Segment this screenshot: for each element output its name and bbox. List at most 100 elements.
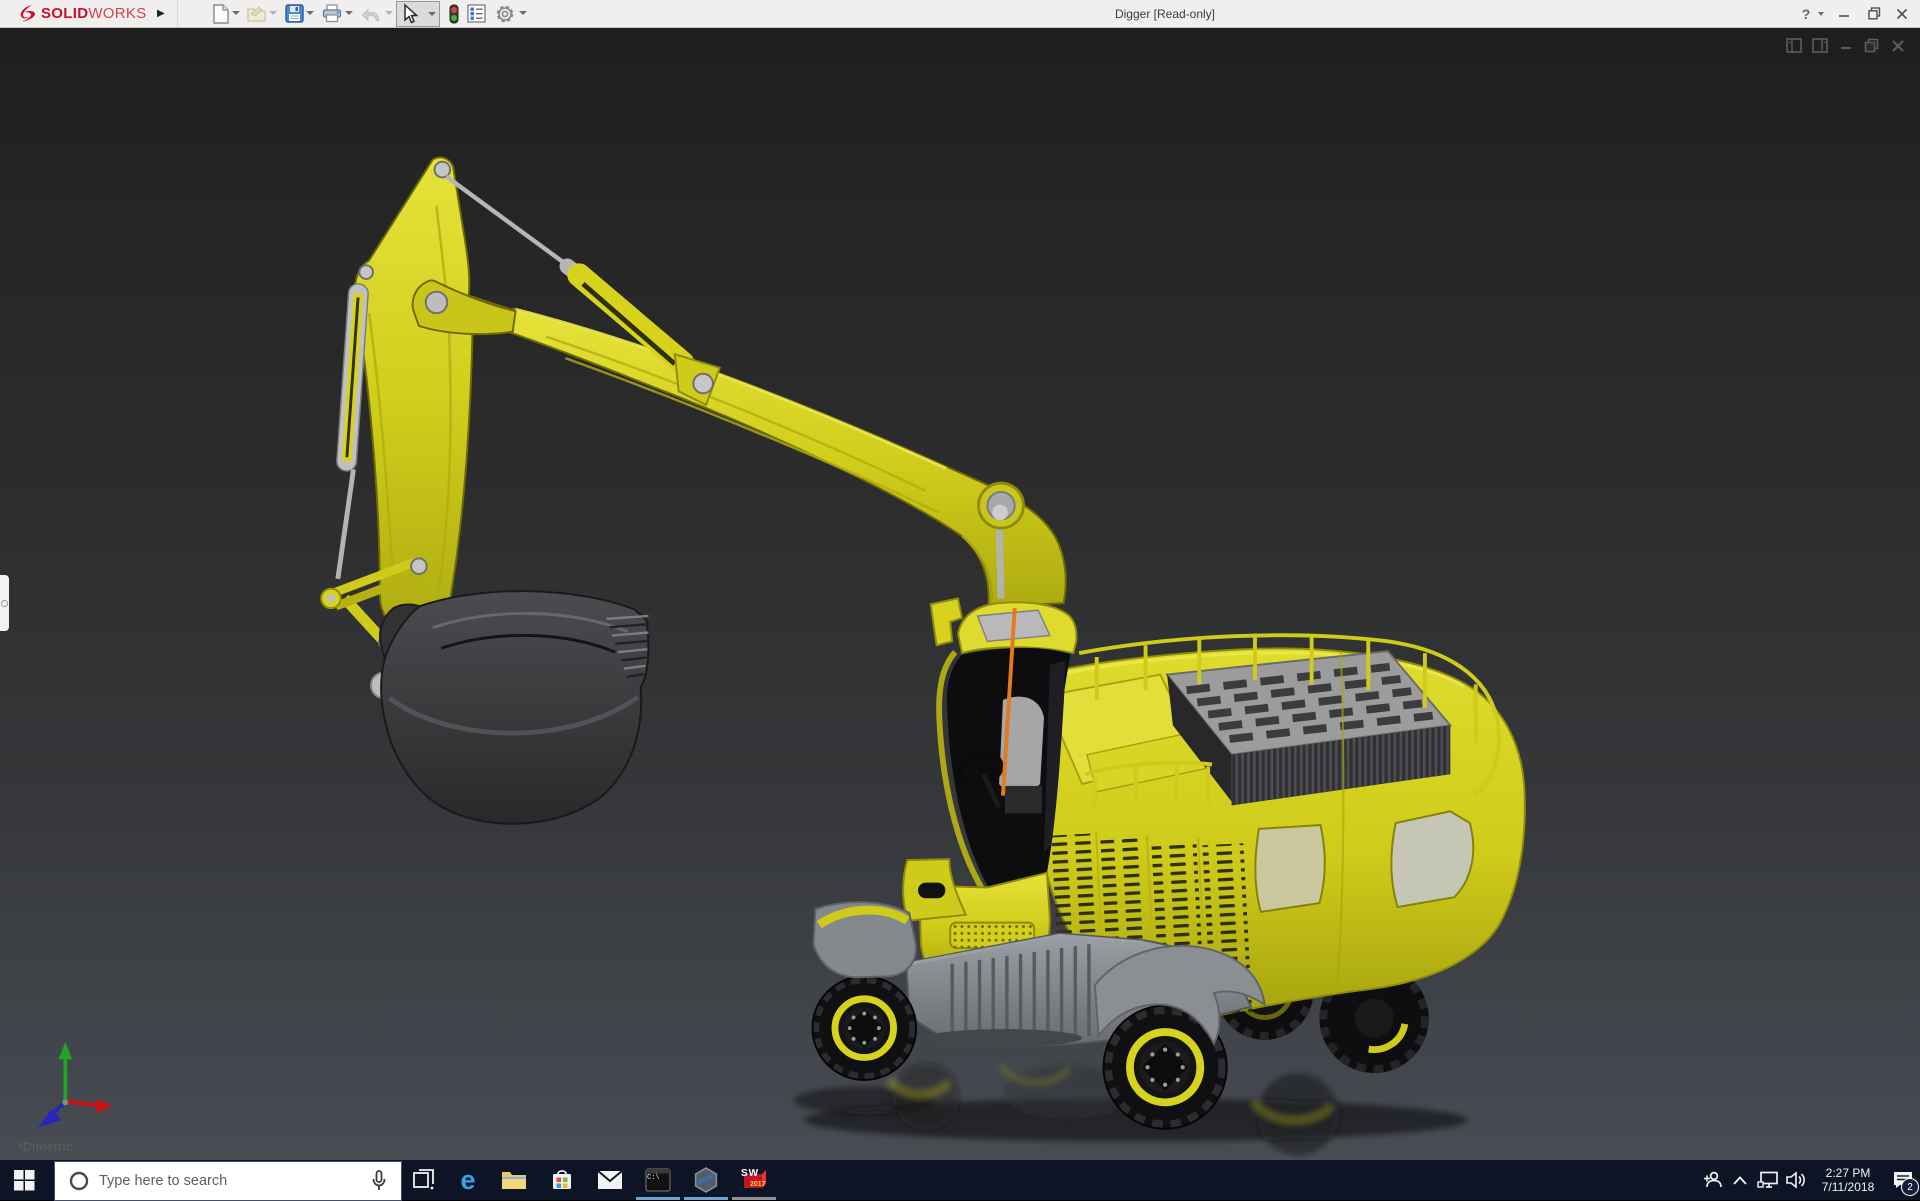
file-properties-button[interactable] xyxy=(465,2,487,25)
clock[interactable]: 2:27 PM 7/11/2018 xyxy=(1810,1166,1886,1194)
restore-icon xyxy=(1868,7,1881,20)
taskbar-app-command-prompt[interactable]: C:\ xyxy=(634,1160,682,1200)
task-view-button[interactable] xyxy=(400,1160,448,1200)
document-window-controls xyxy=(1785,37,1906,54)
microphone-icon[interactable] xyxy=(371,1170,387,1192)
system-tray: 2:27 PM 7/11/2018 2 xyxy=(1698,1160,1920,1200)
rebuild-traffic-light-icon xyxy=(448,4,460,24)
new-dropdown[interactable] xyxy=(232,11,240,15)
undo-dropdown[interactable] xyxy=(385,11,393,15)
new-document-icon xyxy=(212,4,230,24)
start-button[interactable] xyxy=(0,1160,48,1200)
open-folder-icon xyxy=(247,5,268,23)
save-button[interactable] xyxy=(283,2,305,25)
clock-date: 7/11/2018 xyxy=(1810,1180,1886,1194)
options-gear-icon xyxy=(495,4,515,24)
action-center-button[interactable]: 2 xyxy=(1886,1160,1920,1200)
stick-cylinder-rod[interactable] xyxy=(999,519,1001,598)
taskbar-app-solidworks[interactable]: SW 2017 xyxy=(730,1160,778,1200)
people-button[interactable] xyxy=(1698,1160,1726,1200)
brand-bold: SOLID xyxy=(41,5,88,22)
save-floppy-icon xyxy=(285,4,304,23)
view-orientation-label: *Dimetric xyxy=(18,1140,73,1154)
help-dropdown[interactable] xyxy=(1818,12,1824,16)
windows-taskbar: Type here to search e xyxy=(0,1160,1920,1200)
taskbar-app-edrawings[interactable] xyxy=(682,1160,730,1200)
select-tool-active[interactable] xyxy=(396,1,440,27)
undo-button[interactable] xyxy=(360,2,382,25)
task-view-icon xyxy=(413,1169,435,1191)
sw-label: SW xyxy=(741,1168,759,1179)
titlebar: SOLID WORKS ▶ xyxy=(0,0,1920,28)
brand-light: WORKS xyxy=(88,5,146,22)
open-button[interactable] xyxy=(246,2,268,25)
search-placeholder: Type here to search xyxy=(99,1173,371,1189)
clock-time: 2:27 PM xyxy=(1810,1166,1886,1180)
cab-mirror-bracket xyxy=(931,598,962,645)
command-prompt-text: C:\ xyxy=(647,1174,660,1182)
options-dropdown[interactable] xyxy=(519,11,527,15)
taskbar-app-store[interactable] xyxy=(538,1160,586,1200)
divider xyxy=(177,0,178,27)
close-button[interactable] xyxy=(1888,0,1916,27)
print-dropdown[interactable] xyxy=(345,11,353,15)
help-button[interactable]: ? xyxy=(1796,0,1816,27)
doc-restore-button[interactable] xyxy=(1863,37,1880,54)
tray-overflow-button[interactable] xyxy=(1726,1160,1754,1200)
triad-y-axis xyxy=(58,1042,72,1060)
options-button[interactable] xyxy=(494,2,516,25)
show-feature-pane-button[interactable] xyxy=(1785,37,1802,54)
edrawings-hexagon-icon xyxy=(693,1167,719,1193)
doc-minimize-button[interactable] xyxy=(1837,37,1854,54)
volume-button[interactable] xyxy=(1782,1160,1810,1200)
graphics-area[interactable]: *Dimetric xyxy=(0,28,1920,1160)
rebuild-button[interactable] xyxy=(443,2,465,25)
minimize-icon xyxy=(1838,8,1850,20)
print-button[interactable] xyxy=(321,2,343,25)
bucket[interactable] xyxy=(381,591,648,824)
feature-manager-collapsed-tab[interactable] xyxy=(0,575,9,631)
triad-x-axis xyxy=(97,1098,113,1113)
taskbar-app-edge[interactable]: e xyxy=(444,1160,492,1200)
file-properties-icon xyxy=(467,4,486,23)
network-button[interactable] xyxy=(1754,1160,1782,1200)
network-icon xyxy=(1757,1171,1779,1189)
triad-z-axis xyxy=(38,1109,61,1128)
cortana-icon xyxy=(69,1171,89,1191)
front-left-wheel[interactable] xyxy=(812,975,917,1080)
rear-window-left[interactable] xyxy=(1255,825,1324,912)
notification-badge: 2 xyxy=(1901,1178,1919,1196)
minimize-button[interactable] xyxy=(1830,0,1858,27)
select-cursor-icon xyxy=(397,3,423,25)
flyout-arrow[interactable]: ▶ xyxy=(157,0,165,27)
speaker-icon xyxy=(1785,1171,1807,1189)
restore-button[interactable] xyxy=(1860,0,1888,27)
save-dropdown[interactable] xyxy=(306,11,314,15)
reference-triad[interactable] xyxy=(38,1042,112,1128)
people-icon xyxy=(1702,1170,1722,1190)
taskbar-app-mail[interactable] xyxy=(586,1160,634,1200)
bucket-cylinder-left[interactable] xyxy=(336,283,369,471)
file-explorer-icon xyxy=(501,1169,527,1191)
taskbar-app-file-explorer[interactable] xyxy=(490,1160,538,1200)
ds-logo-icon xyxy=(16,4,38,24)
edge-icon: e xyxy=(460,1167,475,1193)
doc-close-button[interactable] xyxy=(1889,37,1906,54)
excavator-model[interactable] xyxy=(0,28,1920,1160)
microsoft-store-icon xyxy=(550,1168,574,1192)
open-dropdown[interactable] xyxy=(269,11,277,15)
undo-icon xyxy=(361,5,381,23)
windows-logo-icon xyxy=(14,1170,35,1191)
show-display-pane-button[interactable] xyxy=(1811,37,1828,54)
cab[interactable] xyxy=(903,598,1076,975)
mail-icon xyxy=(597,1170,623,1190)
sw-year: 2017 xyxy=(750,1181,766,1188)
window-title: Digger [Read-only] xyxy=(1115,0,1215,27)
close-icon xyxy=(1896,8,1908,20)
new-document-button[interactable] xyxy=(210,2,232,25)
select-dropdown[interactable] xyxy=(428,12,436,16)
boom-pivot[interactable] xyxy=(992,505,1008,521)
chevron-up-icon xyxy=(1733,1176,1747,1185)
print-icon xyxy=(322,4,342,23)
search-box[interactable]: Type here to search xyxy=(54,1161,402,1201)
